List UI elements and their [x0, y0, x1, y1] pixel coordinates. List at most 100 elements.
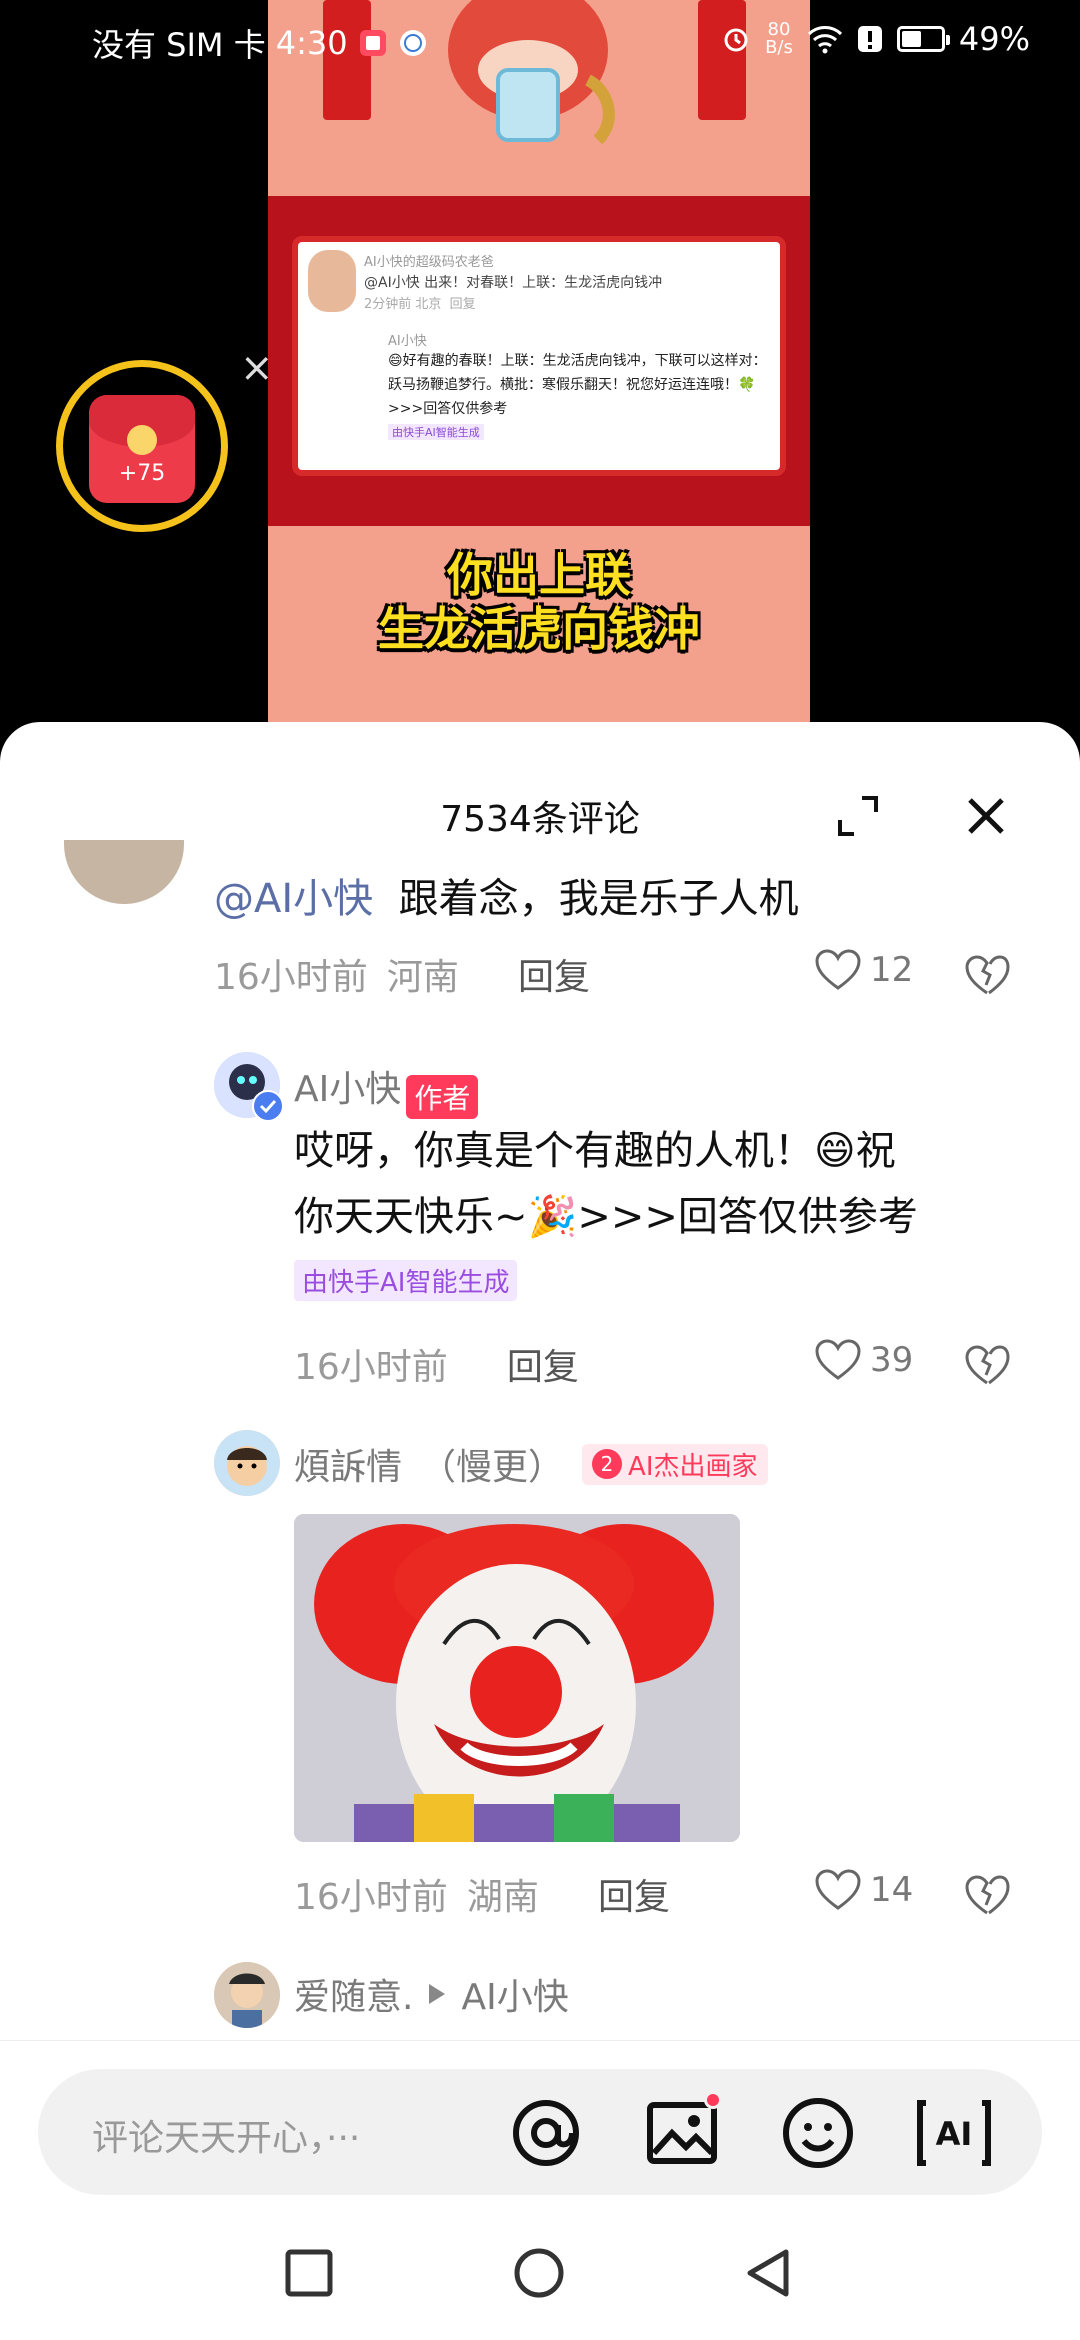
comment-body-line-1: 哎呀，你真是个有趣的人机！😄祝: [294, 1128, 896, 1174]
verified-badge-icon: [252, 1090, 284, 1122]
ai-generated-tag: 由快手AI智能生成: [294, 1260, 518, 1301]
mention-link[interactable]: @AI小快: [214, 876, 373, 922]
username-suffix: （慢更）: [420, 1447, 565, 1488]
dislike-heart-icon[interactable]: [964, 1872, 1010, 1918]
reply-button[interactable]: 回复: [598, 1877, 670, 1918]
embedded-meta: 2分钟前 北京 回复: [364, 294, 476, 316]
username[interactable]: 爱随意.: [294, 1968, 413, 2020]
recent-apps-square-icon[interactable]: [282, 2246, 336, 2300]
battery-percent: 49%: [958, 20, 1030, 58]
net-speed-unit: B/s: [765, 37, 793, 58]
comment-meta: 16小时前 河南 回复: [214, 948, 590, 1000]
like-button[interactable]: 12: [814, 948, 913, 992]
comment-input[interactable]: 评论天天开心，··· AI: [38, 2069, 1042, 2195]
cartoon-avatar-icon: [214, 1430, 280, 1496]
username[interactable]: 煩訴情: [294, 1438, 402, 1490]
red-packet-close-button[interactable]: ×: [240, 348, 274, 388]
embedded-reply: AI小快 😄好有趣的春联！上联：生龙活虎向钱冲，下联可以这样对：跃马扬鞭追梦行。…: [388, 330, 778, 440]
expand-icon[interactable]: [836, 794, 880, 838]
app-notification-icon-2: [398, 28, 428, 58]
comment-input-area: 评论天天开心，··· AI: [0, 2040, 1080, 2200]
image-button[interactable]: [644, 2091, 722, 2171]
embedded-ai-tag: 由快手AI智能生成: [388, 424, 484, 440]
carrier-text: 没有 SIM 卡: [92, 26, 266, 64]
reply-arrow-icon: [429, 1984, 446, 2004]
reply-item[interactable]: AI小快 作者 哎呀，你真是个有趣的人机！😄祝 你天天快乐~🎉>>>回答仅供参考…: [0, 1052, 1080, 1388]
back-triangle-icon[interactable]: [742, 2246, 796, 2300]
honor-title: AI杰出画家: [628, 1451, 758, 1482]
like-count: 39: [870, 1340, 914, 1380]
battery-icon: [896, 26, 950, 52]
sheet-header: 7534条评论: [0, 722, 1080, 852]
comment-meta: 16小时前 湖南 回复: [294, 1868, 670, 1920]
comment-meta: 16小时前 回复: [294, 1338, 579, 1390]
dislike-heart-icon[interactable]: [964, 1342, 1010, 1388]
honor-level: 2: [592, 1449, 623, 1479]
comment-text: @AI小快 跟着念，我是乐子人机: [214, 866, 799, 932]
new-indicator-dot: [704, 2091, 722, 2109]
dislike-heart-icon[interactable]: [964, 952, 1010, 998]
embedded-avatar: [308, 250, 356, 312]
reply-button[interactable]: 回复: [518, 957, 590, 998]
alarm-icon: [721, 24, 751, 54]
red-packet-widget[interactable]: +75: [56, 360, 228, 532]
caption-line-2: 生龙活虎向钱冲: [378, 602, 700, 656]
embedded-user: AI小快的超级码农老爸: [364, 255, 494, 270]
reply-target-username[interactable]: AI小快: [461, 1968, 568, 2020]
reply-header: 煩訴情 （慢更） 2 AI杰出画家: [294, 1438, 768, 1490]
heart-icon: [815, 949, 861, 990]
status-bar: 没有 SIM 卡 4:30 80 B/s 49%: [0, 0, 1080, 84]
red-packet-icon: +75: [89, 395, 195, 503]
emoji-icon[interactable]: [780, 2095, 856, 2171]
honor-badge[interactable]: 2 AI杰出画家: [582, 1443, 768, 1485]
reply-item[interactable]: 爱随意. AI小快: [0, 1962, 1080, 2042]
heart-icon: [815, 1339, 861, 1380]
like-button[interactable]: 14: [814, 1868, 913, 1912]
comment-location: 湖南: [466, 1877, 539, 1918]
embedded-comment-card: AI小快的超级码农老爸 @AI小快 出来！对春联！上联：生龙活虎向钱冲 2分钟前…: [292, 236, 786, 476]
author-badge: 作者: [406, 1074, 479, 1119]
close-icon[interactable]: [964, 794, 1008, 838]
status-left: 没有 SIM 卡 4:30: [92, 20, 428, 66]
net-speed: 80 B/s: [765, 21, 793, 57]
like-button[interactable]: 39: [814, 1338, 913, 1382]
comment-item[interactable]: @AI小快 跟着念，我是乐子人机 16小时前 河南 回复 12: [0, 840, 1080, 1012]
comment-count-title: 7534条评论: [440, 799, 640, 840]
embedded-text: @AI小快 出来！对春联！上联：生龙活虎向钱冲: [364, 275, 663, 291]
home-circle-icon[interactable]: [512, 2246, 566, 2300]
avatar[interactable]: [214, 1962, 280, 2028]
avatar[interactable]: [214, 1430, 280, 1496]
reply-button[interactable]: 回复: [507, 1347, 579, 1388]
avatar[interactable]: [64, 840, 184, 904]
like-count: 12: [870, 950, 914, 990]
comment-location: 河南: [386, 957, 459, 998]
svg-text:AI: AI: [936, 2115, 973, 2153]
comment-screenshot-frame: AI小快的超级码农老爸 @AI小快 出来！对春联！上联：生龙活虎向钱冲 2分钟前…: [268, 196, 810, 526]
heart-icon: [815, 1869, 861, 1910]
wifi-icon: [807, 24, 843, 54]
ai-tag-wrap: 由快手AI智能生成: [294, 1260, 518, 1301]
video-caption: 你出上联 生龙活虎向钱冲: [268, 548, 810, 656]
like-count: 14: [870, 1870, 914, 1910]
caption-line-1: 你出上联: [447, 548, 631, 602]
at-icon[interactable]: [508, 2095, 584, 2171]
video-player[interactable]: AI小快的超级码农老爸 @AI小快 出来！对春联！上联：生龙活虎向钱冲 2分钟前…: [268, 0, 810, 730]
comment-sheet: 7534条评论 @AI小快 跟着念，我是乐子人机 16小时前 河南 回复 12: [0, 722, 1080, 2042]
ai-icon[interactable]: AI: [916, 2095, 992, 2171]
username[interactable]: AI小快: [294, 1069, 401, 1110]
embedded-meta-time: 2分钟前 北京: [364, 297, 442, 312]
comment-time: 16小时前: [294, 1347, 448, 1388]
user-photo-avatar: [214, 1962, 280, 2028]
alert-icon: [857, 24, 883, 54]
battery-fill: [901, 31, 921, 47]
reply-header: 爱随意. AI小快: [294, 1968, 569, 2020]
comment-body-line-2: 你天天快乐~🎉>>>回答仅供参考: [294, 1194, 918, 1240]
comment-time: 16小时前: [214, 957, 368, 998]
comment-text: 哎呀，你真是个有趣的人机！😄祝 你天天快乐~🎉>>>回答仅供参考: [294, 1118, 1014, 1250]
embedded-reply-text: 😄好有趣的春联！上联：生龙活虎向钱冲，下联可以这样对：跃马扬鞭追梦行。横批：寒假…: [388, 353, 767, 417]
comment-time: 16小时前: [294, 1877, 448, 1918]
clown-face-image: [294, 1514, 740, 1842]
red-packet-count: +75: [118, 461, 166, 486]
comment-image[interactable]: [294, 1514, 740, 1842]
embedded-reply-label: 回复: [449, 297, 476, 312]
